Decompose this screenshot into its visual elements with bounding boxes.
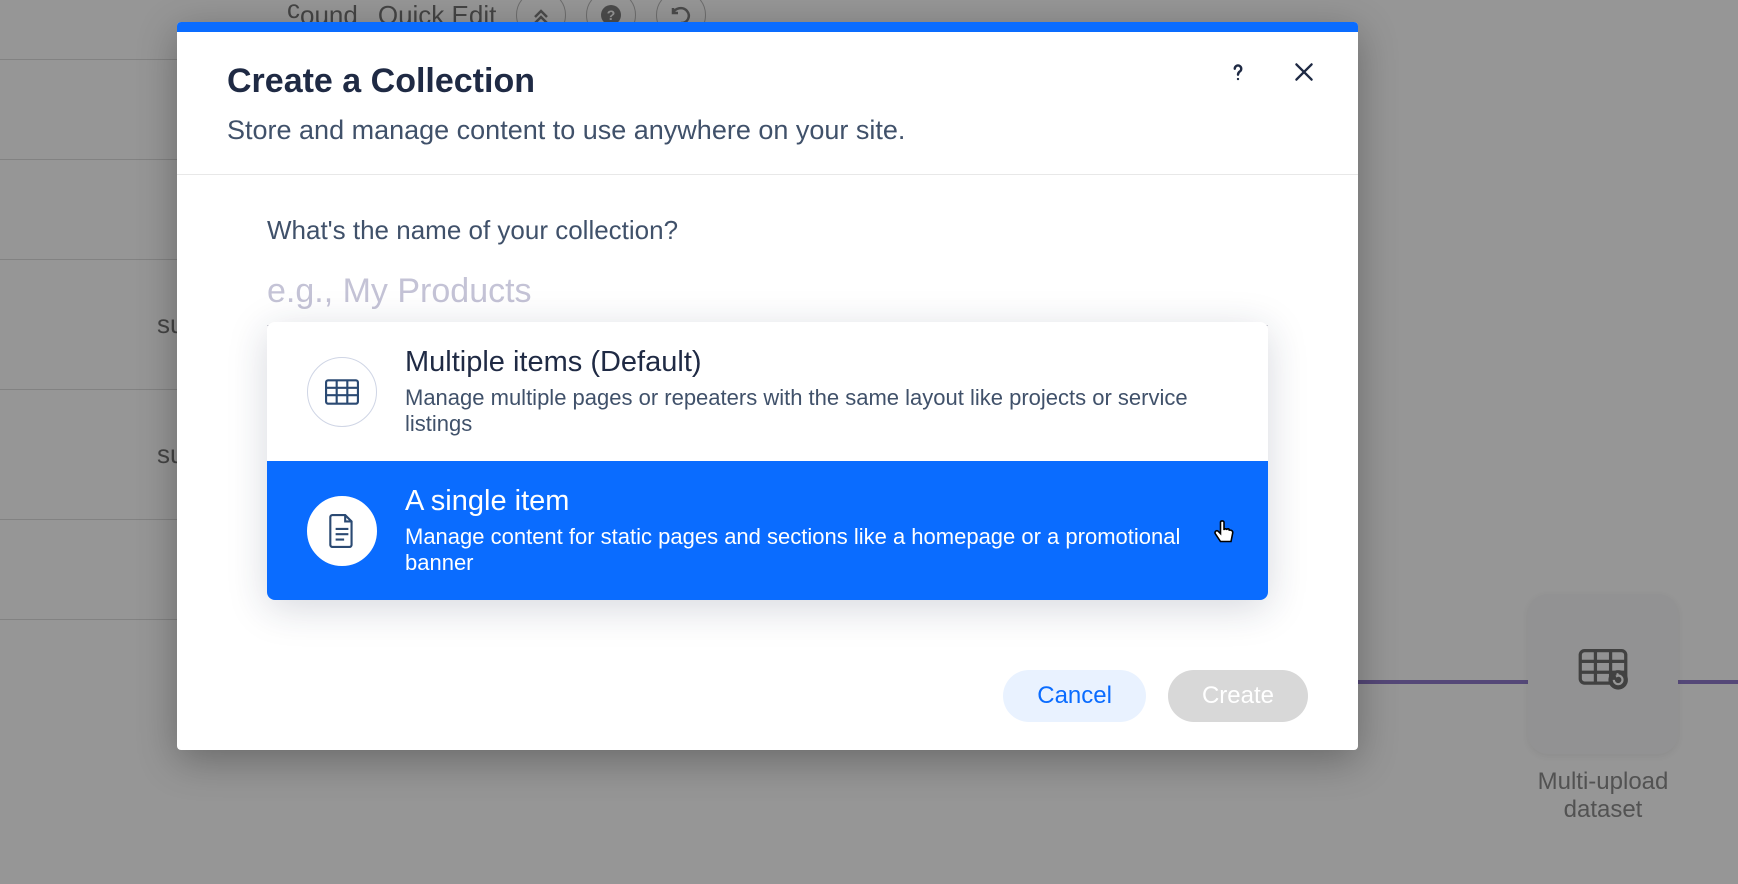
modal-title: Create a Collection	[227, 62, 1308, 101]
collection-name-input[interactable]	[267, 264, 1268, 325]
cancel-button[interactable]: Cancel	[1003, 670, 1146, 722]
option-multiple-items[interactable]: Multiple items (Default) Manage multiple…	[267, 322, 1268, 461]
table-icon	[307, 357, 377, 427]
option-title: A single item	[405, 485, 1228, 518]
collection-type-options: Multiple items (Default) Manage multiple…	[267, 322, 1268, 600]
modal-body: What's the name of your collection? Mult…	[177, 175, 1358, 642]
close-button[interactable]	[1286, 54, 1322, 90]
option-single-item[interactable]: A single item Manage content for static …	[267, 461, 1268, 600]
option-description: Manage multiple pages or repeaters with …	[405, 385, 1228, 437]
collection-name-label: What's the name of your collection?	[267, 215, 1268, 246]
modal-accent-bar	[177, 22, 1358, 32]
document-icon	[307, 496, 377, 566]
create-collection-modal: Create a Collection Store and manage con…	[177, 22, 1358, 750]
modal-header: Create a Collection Store and manage con…	[177, 32, 1358, 175]
modal-subtitle: Store and manage content to use anywhere…	[227, 115, 1308, 146]
option-description: Manage content for static pages and sect…	[405, 524, 1228, 576]
help-button[interactable]	[1220, 54, 1256, 90]
create-button[interactable]: Create	[1168, 670, 1308, 722]
modal-footer: Cancel Create	[177, 642, 1358, 750]
close-icon	[1291, 59, 1317, 85]
help-icon	[1225, 59, 1251, 85]
option-title: Multiple items (Default)	[405, 346, 1228, 379]
pointer-cursor-icon	[1210, 517, 1238, 545]
